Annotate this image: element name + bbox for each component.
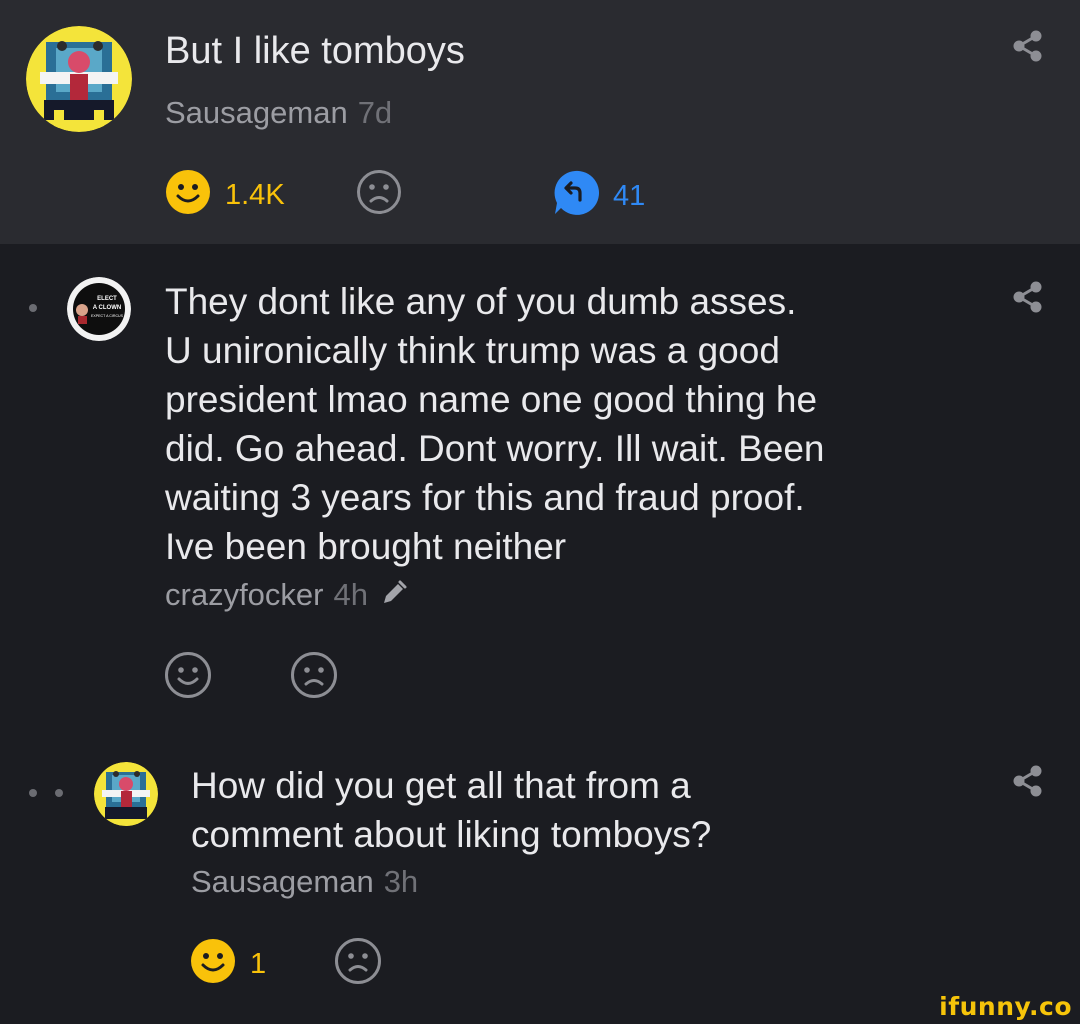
thread-depth-dot xyxy=(55,789,63,797)
reply-time: 3h xyxy=(383,864,419,899)
post-author[interactable]: Sausageman xyxy=(165,95,348,130)
comment-author[interactable]: crazyfocker xyxy=(165,577,323,612)
post-author-avatar[interactable] xyxy=(26,26,132,132)
avatar-text: A CLOWN xyxy=(93,305,121,311)
comment-line: comment about liking tomboys? xyxy=(191,814,712,855)
share-icon[interactable] xyxy=(1010,280,1044,314)
frown-icon xyxy=(290,651,338,704)
comment-meta: crazyfocker 4h xyxy=(165,575,408,617)
edited-pencil-icon xyxy=(380,577,408,617)
reply-author-avatar[interactable] xyxy=(94,762,158,826)
comment-time: 4h xyxy=(333,577,368,612)
original-post: But I like tomboys Sausageman 7d 1.4K 41 xyxy=(0,0,1080,244)
frown-reaction[interactable] xyxy=(356,169,402,220)
smile-icon xyxy=(165,169,211,220)
smile-reaction[interactable]: 1 xyxy=(190,938,266,989)
ifunny-watermark: ifunny.co xyxy=(939,992,1072,1021)
frown-icon xyxy=(356,169,402,220)
post-meta: Sausageman 7d xyxy=(165,93,392,133)
comment-text: They dont like any of you dumb asses. U … xyxy=(165,277,824,571)
share-icon[interactable] xyxy=(1010,764,1044,798)
share-icon[interactable] xyxy=(1010,29,1044,63)
thread-depth-dot xyxy=(29,789,37,797)
smile-outline-icon xyxy=(164,651,212,704)
reply-text: How did you get all that from a comment … xyxy=(191,761,711,859)
reply-bubble-icon xyxy=(551,169,600,222)
screen: But I like tomboys Sausageman 7d 1.4K 41… xyxy=(0,0,1080,1024)
comment-line: They dont like any of you dumb asses. xyxy=(165,281,797,322)
frown-reaction[interactable] xyxy=(290,651,338,704)
comment-line: did. Go ahead. Dont worry. Ill wait. Bee… xyxy=(165,428,825,469)
post-title: But I like tomboys xyxy=(165,30,465,72)
smile-icon xyxy=(190,938,236,989)
smile-count: 1 xyxy=(250,947,267,980)
post-time: 7d xyxy=(357,95,393,130)
smile-reaction[interactable] xyxy=(164,651,212,704)
frown-icon xyxy=(334,937,382,990)
smile-count: 1.4K xyxy=(225,178,285,211)
comment-line: waiting 3 years for this and fraud proof… xyxy=(165,477,805,518)
thread-depth-dot xyxy=(29,304,37,312)
frown-reaction[interactable] xyxy=(334,937,382,990)
reply-author[interactable]: Sausageman xyxy=(191,864,374,899)
avatar-text: EXPECT A CIRCUS xyxy=(91,314,124,318)
comment-line: Ive been brought neither xyxy=(165,526,567,567)
comment-line: president lmao name one good thing he xyxy=(165,379,818,420)
comment-line: U unironically think trump was a good xyxy=(165,330,780,371)
comment-author-avatar[interactable]: ELECT A CLOWN EXPECT A CIRCUS xyxy=(67,277,131,341)
reply-button[interactable]: 41 xyxy=(551,169,645,222)
reply-meta: Sausageman 3h xyxy=(191,862,418,902)
avatar-text: ELECT xyxy=(97,296,117,302)
comment-line: How did you get all that from a xyxy=(191,765,691,806)
smile-reaction[interactable]: 1.4K xyxy=(165,169,285,220)
reply-count: 41 xyxy=(613,179,646,212)
